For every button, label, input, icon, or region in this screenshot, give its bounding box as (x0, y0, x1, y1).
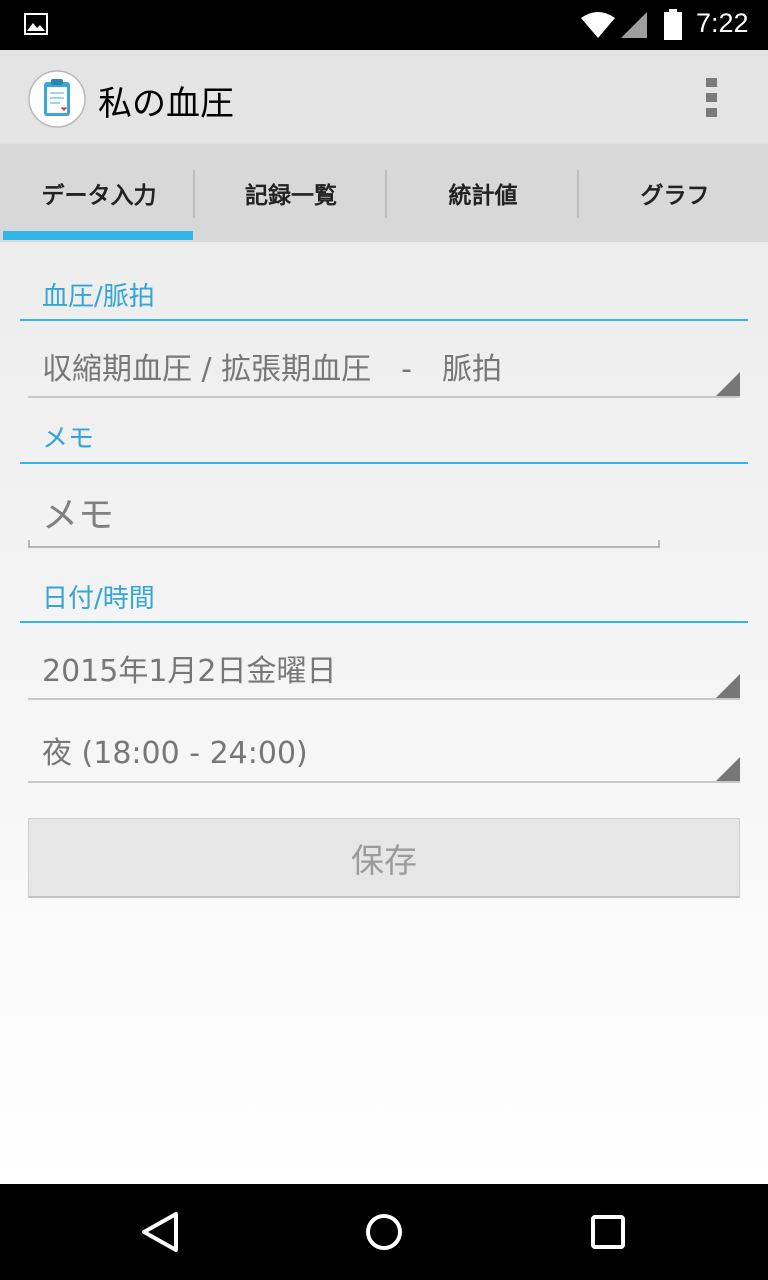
memo-section-label: メモ (42, 424, 95, 454)
overflow-menu-icon[interactable] (696, 76, 728, 120)
time-spinner-value: 夜 (18:00 - 24:00) (42, 736, 308, 771)
home-icon[interactable] (360, 1208, 408, 1256)
date-spinner-value: 2015年1月2日金曜日 (42, 654, 337, 689)
memo-input[interactable] (40, 488, 644, 542)
time-spinner[interactable]: 夜 (18:00 - 24:00) (28, 720, 740, 783)
bp-spinner-value: 収縮期血圧 / 拡張期血圧 - 脈拍 (42, 352, 503, 387)
status-bar: 7:22 (0, 0, 768, 50)
image-notification-icon (24, 13, 48, 35)
tab-bar: データ入力 記録一覧 統計値 グラフ (0, 144, 768, 242)
clipboard-app-icon[interactable] (28, 70, 86, 128)
tab-statistics[interactable]: 統計値 (387, 144, 579, 242)
recents-icon[interactable] (584, 1208, 632, 1256)
datetime-section-divider (20, 621, 748, 623)
battery-icon (663, 9, 683, 45)
date-spinner[interactable]: 2015年1月2日金曜日 (28, 638, 740, 700)
tab-graph[interactable]: グラフ (579, 144, 768, 242)
navigation-bar (0, 1184, 768, 1280)
bp-section-divider (20, 319, 748, 321)
cell-signal-icon (620, 11, 648, 43)
datetime-section-label: 日付/時間 (42, 584, 155, 614)
tab-data-input[interactable]: データ入力 (3, 144, 195, 242)
tab-records[interactable]: 記録一覧 (195, 144, 387, 242)
selected-tab-indicator (3, 231, 193, 240)
status-time: 7:22 (696, 8, 749, 38)
wifi-icon (580, 11, 616, 43)
spinner-arrow-icon (716, 757, 740, 781)
spinner-arrow-icon (716, 372, 740, 396)
bp-spinner[interactable]: 収縮期血圧 / 拡張期血圧 - 脈拍 (28, 336, 740, 398)
back-icon[interactable] (136, 1208, 184, 1256)
app-title: 私の血圧 (98, 84, 234, 124)
memo-section-divider (20, 462, 748, 464)
save-button[interactable]: 保存 (28, 818, 740, 898)
memo-field (28, 484, 660, 548)
spinner-arrow-icon (716, 674, 740, 698)
bp-section-label: 血圧/脈拍 (42, 282, 155, 312)
